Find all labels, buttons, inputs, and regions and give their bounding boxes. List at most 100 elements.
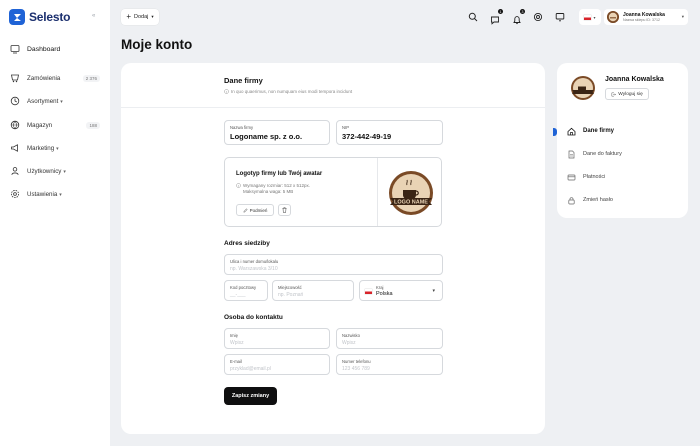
save-button[interactable]: Zapisz zmiany: [224, 387, 277, 405]
brand-logo-icon: [9, 9, 25, 25]
account-nav-change-password[interactable]: Zmień hasło: [557, 194, 688, 208]
add-button[interactable]: + Dodaj ▾: [121, 9, 159, 25]
company-section-title: Dane firmy: [224, 76, 263, 85]
sidebar-item-label: Magazyn: [27, 121, 53, 129]
settings-icon: [11, 190, 19, 198]
country-select[interactable]: Kraj Polska ▾: [359, 280, 443, 301]
field-label: Numer telefonu: [342, 359, 371, 364]
dashboard-icon: [10, 45, 20, 54]
address-section-title: Adres siedziby: [224, 240, 270, 247]
sidebar: Selesto « Dashboard Zamówienia 2 376 Aso…: [0, 0, 110, 446]
delete-logo-button[interactable]: [278, 204, 291, 216]
page-title: Moje konto: [121, 37, 193, 52]
invoice-icon: [568, 150, 575, 159]
sidebar-item-assortment[interactable]: Asortyment ▾: [0, 92, 110, 110]
chevron-down-icon: ▾: [60, 98, 63, 105]
logo-weight-requirement: Maksymalna waga: 5 MB: [243, 189, 294, 194]
field-label: Imię: [230, 333, 238, 338]
replace-logo-label: Podmień: [249, 207, 268, 213]
notifications-button[interactable]: 3: [512, 9, 525, 25]
warehouse-count-badge: 188: [86, 121, 100, 129]
messages-button[interactable]: 1: [490, 9, 503, 25]
sidebar-item-label: Asortyment ▾: [27, 98, 63, 105]
logo-requirements: Wymagany rozmiar: 512 x 512px. Maksymaln…: [243, 183, 310, 195]
info-icon: [224, 89, 229, 94]
divider: [377, 158, 378, 226]
last-name-field[interactable]: Nazwisko Wpisz: [336, 328, 443, 349]
city-field[interactable]: Miejscowość np. Poznań: [272, 280, 354, 301]
street-field[interactable]: Ulica i numer domu/lokalu np. Warszawska…: [224, 254, 443, 275]
pencil-icon: [243, 207, 248, 212]
email-field[interactable]: E-mail przyklad@email.pl: [224, 354, 330, 375]
field-label: E-mail: [230, 359, 242, 364]
brand-logo[interactable]: Selesto: [9, 9, 70, 25]
field-placeholder: __-___: [230, 292, 246, 298]
account-nav-label: Dane do faktury: [583, 151, 622, 157]
field-label: Miejscowość: [278, 285, 302, 290]
logout-label: Wyloguj się: [618, 91, 643, 97]
store-name: Nazwa sklepu ID: 3712: [623, 18, 660, 22]
company-section-subtitle: In quo quaerimus, non numquam eius modi …: [224, 89, 352, 94]
replace-logo-button[interactable]: Podmień: [236, 204, 274, 216]
first-name-field[interactable]: Imię Wpisz: [224, 328, 330, 349]
logo-name-text: LOGO NAME: [394, 200, 428, 206]
sidebar-item-marketing[interactable]: Marketing ▾: [0, 139, 110, 157]
account-nav-label: Dane firmy: [583, 128, 615, 134]
logo-upload-title: Logotyp firmy lub Twój awatar: [236, 171, 323, 177]
language-selector[interactable]: ▾: [579, 9, 601, 25]
payments-icon: [567, 174, 576, 181]
monitor-icon[interactable]: [555, 12, 565, 22]
sidebar-item-text: Ustawienia: [27, 190, 58, 198]
sidebar-item-dashboard[interactable]: Dashboard: [0, 40, 110, 58]
sidebar-item-label: Ustawienia ▾: [27, 191, 62, 198]
sidebar-item-warehouse[interactable]: Magazyn 188: [0, 116, 110, 134]
search-icon[interactable]: [468, 12, 478, 22]
chevron-down-icon: ▾: [63, 168, 66, 175]
account-nav-label: Płatności: [583, 174, 606, 180]
phone-field[interactable]: Numer telefonu 123 456 789: [336, 354, 443, 375]
field-placeholder: przyklad@email.pl: [230, 366, 271, 372]
divider: [121, 107, 545, 108]
sidebar-item-users[interactable]: Użytkownicy ▾: [0, 162, 110, 180]
user-menu[interactable]: Joanna Kowalska Nazwa sklepu ID: 3712 ▾: [604, 9, 688, 25]
account-nav-payments[interactable]: Płatności: [557, 171, 688, 185]
zip-code-field[interactable]: Kod pocztowy __-___: [224, 280, 268, 301]
company-icon: [567, 127, 576, 136]
contact-section-title: Osoba do kontaktu: [224, 314, 283, 321]
company-name-field[interactable]: Nazwa firmy Logoname sp. z o.o.: [224, 120, 330, 145]
avatar: [571, 76, 595, 100]
sidebar-item-label: Dashboard: [27, 45, 61, 53]
collapse-sidebar-icon[interactable]: «: [92, 13, 95, 19]
chat-icon: [491, 16, 499, 25]
account-nav-label: Zmień hasło: [583, 197, 613, 203]
support-icon[interactable]: [533, 12, 543, 22]
notification-badge: 1: [498, 9, 503, 14]
field-label: Nazwisko: [342, 333, 360, 338]
field-label: NIP: [342, 125, 349, 130]
chevron-down-icon: ▾: [681, 14, 684, 19]
field-placeholder: np. Warszawska 3/10: [230, 266, 278, 272]
sidebar-item-settings[interactable]: Ustawienia ▾: [0, 185, 110, 203]
chevron-down-icon: ▾: [56, 145, 59, 152]
logout-button[interactable]: Wyloguj się: [605, 88, 649, 100]
field-placeholder: Wpisz: [342, 340, 356, 346]
sidebar-item-label: Zamówienia: [27, 74, 61, 82]
sidebar-item-orders[interactable]: Zamówienia 2 376: [0, 69, 110, 87]
field-value: 372-442-49-19: [342, 132, 392, 141]
add-button-label: Dodaj: [134, 14, 149, 20]
avatar: [607, 11, 619, 23]
notification-badge: 3: [520, 9, 525, 14]
lock-icon: [568, 197, 575, 205]
account-nav-invoice[interactable]: Dane do faktury: [557, 148, 688, 162]
subtitle-text: In quo quaerimus, non numquam eius modi …: [231, 89, 353, 94]
logout-icon: [611, 92, 617, 96]
account-nav-company[interactable]: Dane firmy: [557, 125, 688, 139]
plus-icon: +: [126, 12, 132, 21]
poland-flag-icon: [584, 14, 592, 20]
field-label: Kraj: [376, 285, 384, 290]
info-icon: [236, 183, 241, 188]
sidebar-item-label: Marketing ▾: [27, 145, 59, 152]
chevron-down-icon: ▾: [59, 191, 62, 198]
nip-field[interactable]: NIP 372-442-49-19: [336, 120, 443, 145]
field-placeholder: 123 456 789: [342, 366, 370, 372]
